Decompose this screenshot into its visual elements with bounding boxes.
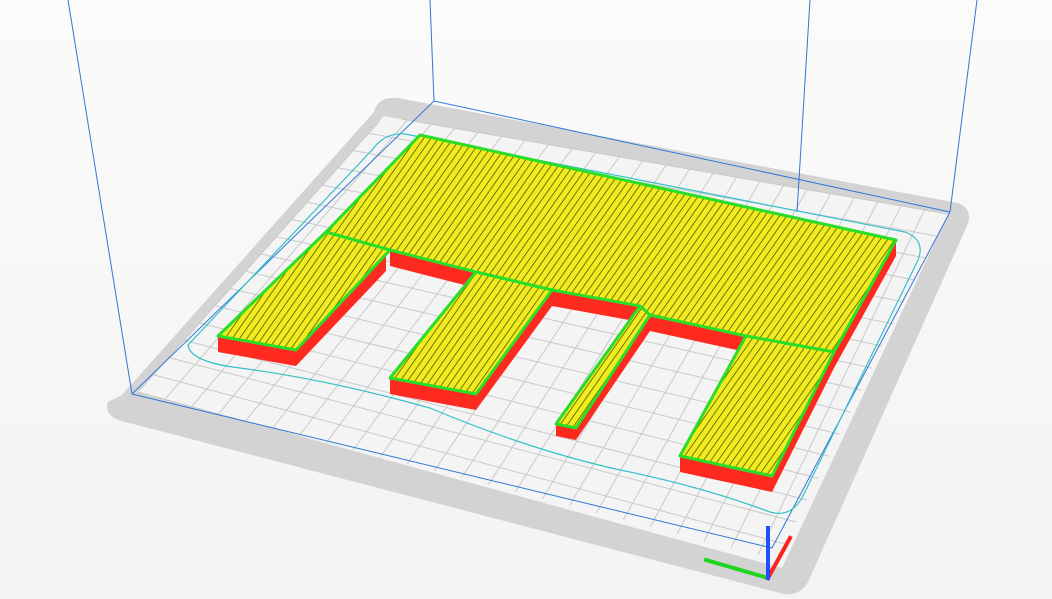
3d-viewport[interactable] [0, 0, 1052, 599]
scene-svg[interactable] [0, 0, 1052, 599]
